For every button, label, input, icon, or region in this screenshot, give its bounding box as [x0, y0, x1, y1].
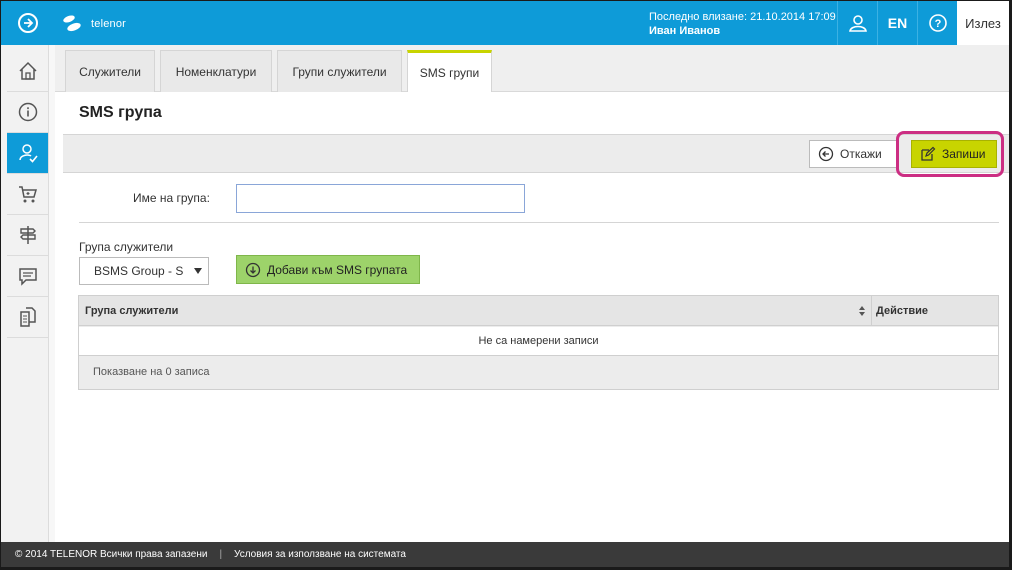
sidebar-toggle-button[interactable] — [1, 1, 55, 45]
employee-group-selected: BSMS Group - S — [94, 264, 184, 278]
add-to-sms-group-label: Добави към SMS групата — [267, 262, 408, 277]
sidebar-item-messages[interactable] — [7, 256, 48, 297]
sidebar-item-home[interactable] — [7, 51, 48, 92]
help-icon: ? — [928, 14, 947, 32]
sort-icon[interactable] — [858, 305, 866, 317]
user-icon — [848, 15, 867, 32]
tab-sms-groups[interactable]: SMS групи — [407, 50, 492, 93]
group-name-input[interactable] — [236, 184, 525, 213]
column-header-action: Действие — [876, 305, 928, 317]
arrow-right-icon — [18, 13, 38, 33]
table-footer-info: Показване на 0 записа — [93, 366, 210, 378]
last-login-text: Последно влизане: 21.10.2014 17:09 — [649, 11, 836, 23]
table-header-row: Група служители Действие — [79, 296, 998, 326]
employee-group-select[interactable]: BSMS Group - S — [79, 257, 209, 285]
copyright-text: © 2014 TELENOR Всички права запазени — [15, 549, 208, 560]
cancel-label: Откажи — [840, 147, 882, 161]
brand-name: telenor — [91, 18, 127, 30]
cancel-button[interactable]: Откажи — [809, 140, 897, 168]
group-name-label: Име на група: — [133, 191, 210, 205]
action-bar: Откажи Запиши — [63, 131, 1009, 177]
logout-button[interactable]: Излез — [957, 1, 1009, 45]
column-header-group[interactable]: Група служители — [85, 296, 871, 326]
sidebar-item-shop[interactable] — [7, 174, 48, 215]
page-title: SMS група — [79, 104, 162, 121]
cart-icon — [18, 186, 37, 203]
tab-bar: Служители Номенклатури Групи служители S… — [55, 45, 1009, 93]
tab-employees[interactable]: Служители — [65, 50, 155, 92]
last-login-info: Последно влизане: 21.10.2014 17:09 Иван … — [649, 10, 836, 38]
user-check-icon — [18, 144, 38, 163]
telenor-logo[interactable]: telenor — [61, 13, 126, 35]
info-icon — [18, 102, 37, 122]
tab-nomenclatures[interactable]: Номенклатури — [160, 50, 272, 92]
help-button[interactable]: ? — [917, 1, 957, 45]
top-header: telenor Последно влизане: 21.10.2014 17:… — [1, 1, 1009, 45]
svg-text:?: ? — [934, 18, 941, 30]
chat-icon — [18, 268, 37, 286]
back-circle-icon — [818, 146, 834, 162]
download-circle-icon — [245, 262, 261, 278]
tab-employee-groups[interactable]: Групи служители — [277, 50, 402, 92]
sidebar-menu — [7, 51, 48, 338]
add-to-sms-group-button[interactable]: Добави към SMS групата — [236, 255, 420, 284]
sidebar-item-employees[interactable] — [7, 133, 48, 174]
main-content: SMS група Откажи Запиши Име на група: Гр… — [63, 92, 1009, 542]
signpost-icon — [19, 226, 36, 244]
documents-icon — [19, 307, 36, 327]
column-separator — [871, 296, 872, 326]
save-button[interactable]: Запиши — [911, 140, 997, 168]
divider — [79, 222, 999, 223]
dropdown-caret-icon — [194, 268, 202, 274]
employee-group-label: Група служители — [79, 240, 174, 254]
telenor-logo-icon — [63, 15, 81, 32]
edit-icon — [920, 146, 936, 162]
sidebar-item-documents[interactable] — [7, 297, 48, 338]
table-empty-row: Не са намерени записи — [79, 327, 998, 356]
sidebar-rail — [48, 45, 55, 542]
home-icon — [18, 61, 37, 80]
members-table: Група служители Действие Не са намерени … — [78, 295, 999, 390]
sidebar-item-directions[interactable] — [7, 215, 48, 256]
save-label: Запиши — [942, 147, 986, 161]
app-window: telenor Последно влизане: 21.10.2014 17:… — [1, 1, 1009, 567]
terms-link[interactable]: Условия за използване на системата — [234, 549, 406, 560]
footer-separator: | — [219, 549, 223, 560]
profile-button[interactable] — [837, 1, 877, 45]
language-button[interactable]: EN — [877, 1, 917, 45]
page-footer: © 2014 TELENOR Всички права запазени | У… — [1, 542, 1009, 567]
user-name: Иван Иванов — [649, 25, 721, 37]
sidebar-item-info[interactable] — [7, 92, 48, 133]
sidebar — [1, 45, 55, 542]
